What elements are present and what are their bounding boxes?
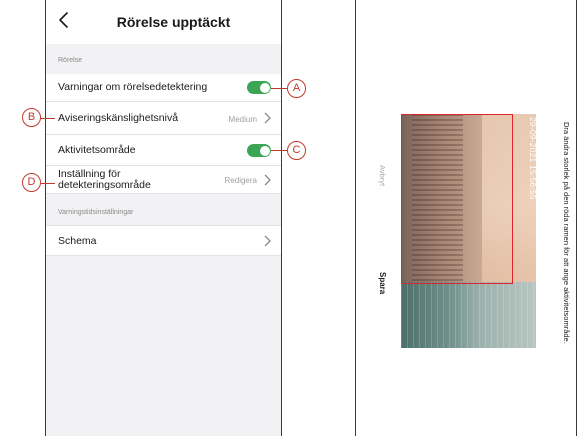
detection-zone-row[interactable]: Inställning för detekteringsområde Redig…	[46, 166, 281, 194]
schedule-row[interactable]: Schema	[46, 225, 281, 256]
callout-b: B	[22, 108, 41, 127]
section-header-alert-time: Varningstidsinställningar	[58, 209, 134, 216]
save-button[interactable]: Spara	[378, 272, 387, 294]
callout-a: A	[287, 79, 306, 98]
instruction-text: Dra ändra storlek på den röda ramen för …	[562, 122, 571, 344]
motion-alerts-toggle[interactable]	[247, 81, 271, 94]
camera-lower-texture	[401, 282, 536, 348]
detection-zone-frame[interactable]	[401, 114, 513, 284]
nav-bar: Rörelse upptäckt	[46, 0, 281, 44]
motion-alerts-label: Varningar om rörelsedetektering	[58, 81, 208, 93]
chevron-right-icon	[264, 174, 271, 186]
schedule-label: Schema	[58, 235, 97, 247]
callout-c-line	[271, 150, 288, 152]
callout-d-line	[41, 183, 55, 185]
toggle-knob	[259, 145, 270, 156]
callout-d: D	[22, 173, 41, 192]
motion-alerts-row: Varningar om rörelsedetektering	[46, 74, 281, 102]
motion-settings-screen: Rörelse upptäckt Rörelse Varningar om rö…	[45, 0, 282, 436]
section-header-motion: Rörelse	[58, 57, 83, 64]
camera-timestamp: 29-09-2021 15:56:55	[528, 117, 538, 200]
cancel-button[interactable]: Avbryt	[378, 165, 387, 186]
detection-zone-label-line2: detekteringsområde	[58, 179, 151, 191]
activity-zone-row: Aktivitetsområde	[46, 135, 281, 166]
detection-zone-editor-screen: Dra ändra storlek på den röda ramen för …	[355, 0, 577, 436]
callout-a-line	[271, 88, 288, 90]
sensitivity-value: Medium	[228, 115, 257, 124]
sensitivity-row[interactable]: Aviseringskänslighetsnivå Medium	[46, 102, 281, 135]
back-chevron-icon[interactable]	[54, 9, 74, 31]
callout-c: C	[287, 141, 306, 160]
chevron-right-icon	[264, 112, 271, 124]
chevron-right-icon	[264, 235, 271, 247]
activity-zone-label: Aktivitetsområde	[58, 144, 136, 156]
sensitivity-label: Aviseringskänslighetsnivå	[58, 112, 179, 124]
page-title: Rörelse upptäckt	[116, 14, 231, 30]
callout-b-line	[41, 118, 55, 120]
detection-zone-edit-value: Redigera	[224, 176, 257, 185]
toggle-knob	[259, 82, 270, 93]
activity-zone-toggle[interactable]	[247, 144, 271, 157]
